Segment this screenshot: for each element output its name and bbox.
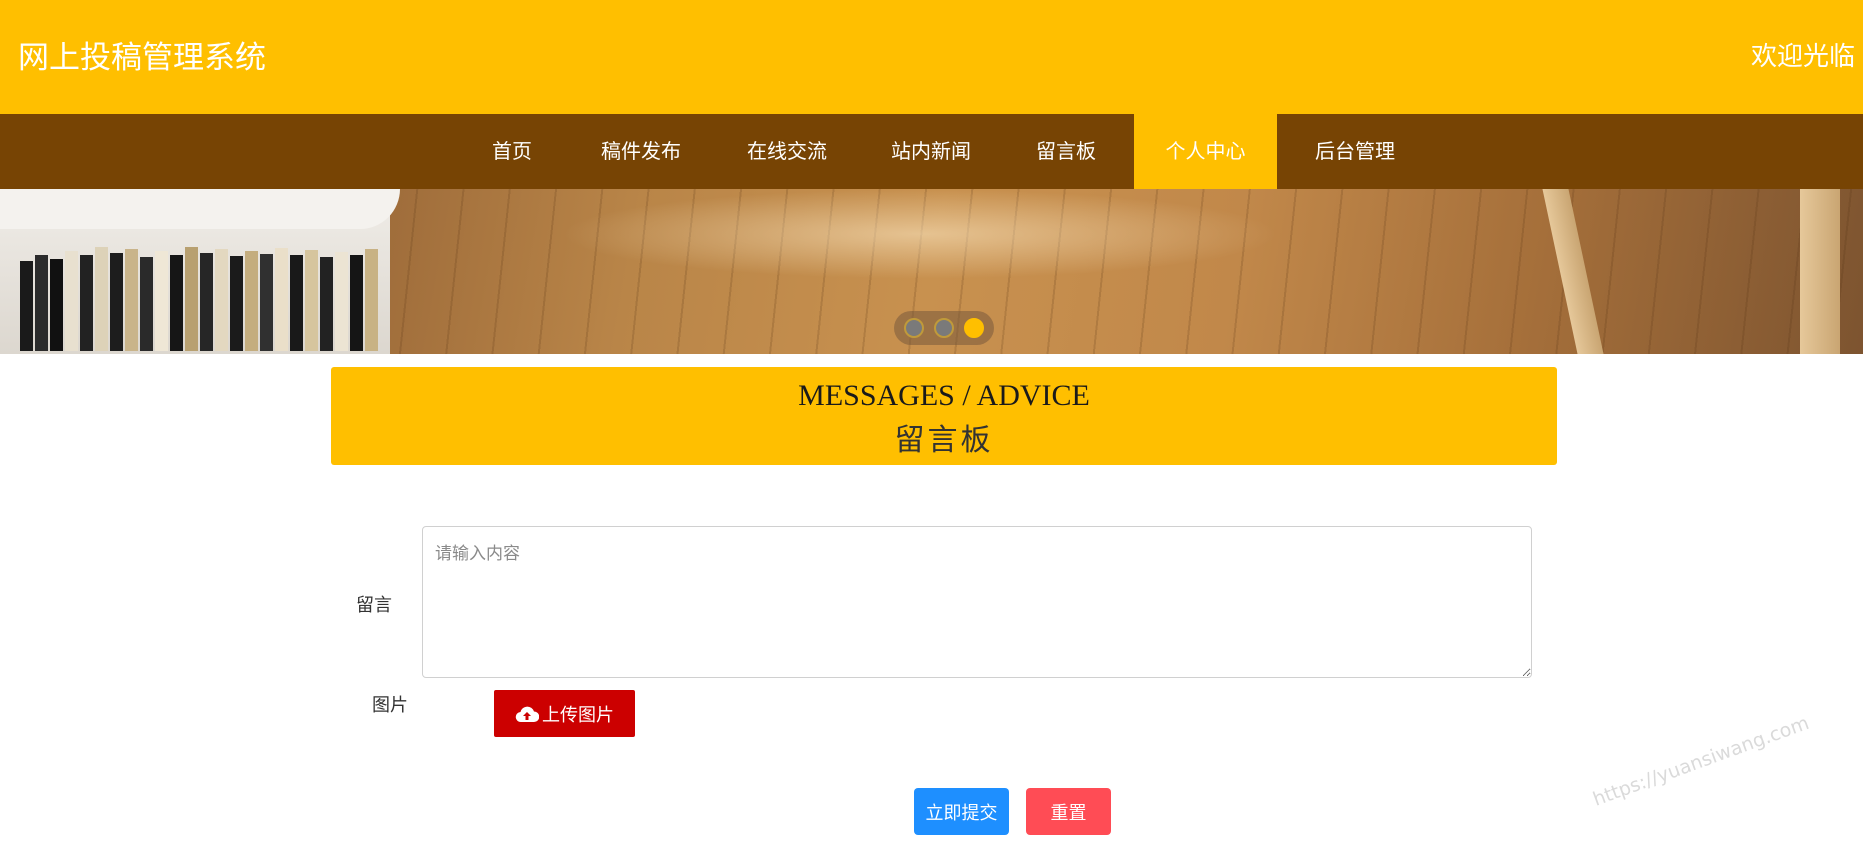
top-header: 网上投稿管理系统 欢迎光临: [0, 0, 1863, 114]
image-label: 图片: [372, 695, 408, 716]
cloud-upload-icon: [515, 706, 539, 722]
nav-item-admin[interactable]: 后台管理: [1304, 114, 1406, 189]
upload-button-label: 上传图片: [542, 704, 614, 726]
banner-bookshelf: [0, 189, 400, 354]
carousel-dot-3[interactable]: [964, 318, 984, 338]
carousel-dot-2[interactable]: [934, 318, 954, 338]
watermark: https://yuansiwang.com: [1590, 711, 1812, 811]
upload-image-button[interactable]: 上传图片: [494, 690, 635, 737]
nav-item-chat[interactable]: 在线交流: [736, 114, 838, 189]
message-label: 留言: [356, 595, 392, 616]
nav-item-profile[interactable]: 个人中心: [1134, 114, 1277, 189]
section-header: MESSAGES / ADVICE 留言板: [331, 367, 1557, 465]
section-title-en: MESSAGES / ADVICE: [798, 379, 1090, 412]
carousel-indicators: [894, 311, 994, 345]
message-textarea[interactable]: [422, 526, 1532, 678]
section-title-cn: 留言板: [894, 423, 994, 458]
main-nav: 首页 稿件发布 在线交流 站内新闻 留言板 个人中心 后台管理: [0, 114, 1863, 189]
submit-button[interactable]: 立即提交: [914, 788, 1009, 835]
nav-item-home[interactable]: 首页: [476, 114, 548, 189]
nav-item-publish[interactable]: 稿件发布: [590, 114, 692, 189]
nav-item-guestbook[interactable]: 留言板: [1024, 114, 1108, 189]
reset-button[interactable]: 重置: [1026, 788, 1111, 835]
nav-item-news[interactable]: 站内新闻: [880, 114, 982, 189]
site-title: 网上投稿管理系统: [18, 40, 266, 76]
banner-books: [20, 221, 380, 351]
welcome-text: 欢迎光临: [1750, 42, 1855, 72]
carousel-dot-1[interactable]: [904, 318, 924, 338]
